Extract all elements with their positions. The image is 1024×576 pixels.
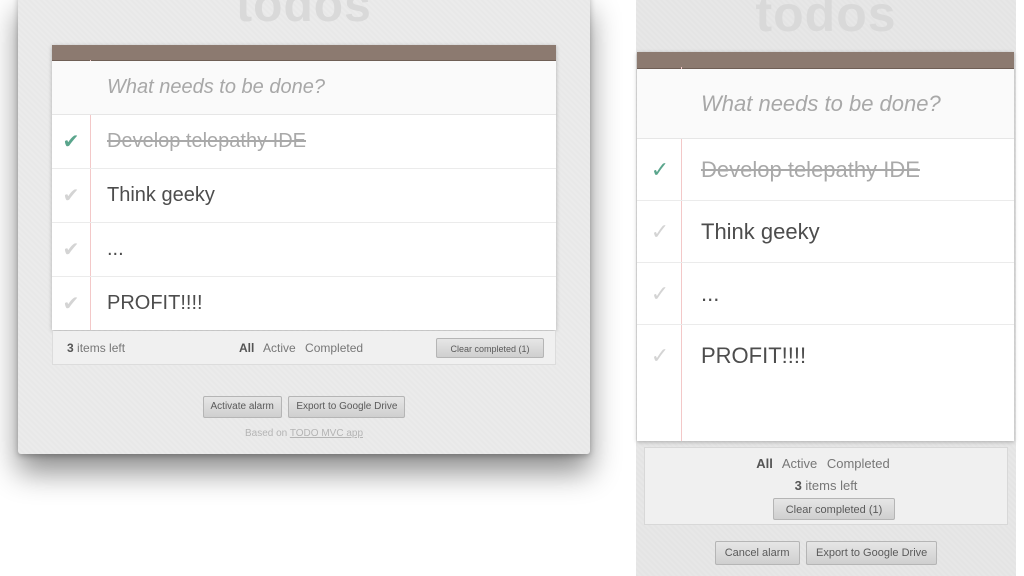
todo-label[interactable]: Think geeky <box>107 184 215 207</box>
cancel-alarm-button[interactable]: Cancel alarm <box>714 541 800 565</box>
filter-completed[interactable]: Completed <box>827 456 890 471</box>
check-icon[interactable]: ✓ <box>645 219 675 245</box>
items-left-text: items left <box>801 478 858 493</box>
new-todo-input[interactable] <box>107 76 556 99</box>
credit-prefix: Based on <box>244 428 290 439</box>
clear-completed-button[interactable]: Clear completed (1) <box>436 338 544 358</box>
todo-label[interactable]: PROFIT!!!! <box>701 343 806 369</box>
todo-label[interactable]: Develop telepathy IDE <box>107 130 306 153</box>
items-left-text: items left <box>73 341 126 355</box>
mobile-app-screen: todos ✓ Develop telepathy IDE ✓ Think ge… <box>636 0 1016 576</box>
app-title: todos <box>755 0 897 42</box>
new-todo-input[interactable] <box>701 90 1014 117</box>
check-icon[interactable]: ✔ <box>58 183 84 208</box>
filter-active[interactable]: Active <box>782 456 817 471</box>
app-title: todos <box>236 0 372 32</box>
todo-item: ✔ ... <box>52 223 556 277</box>
items-left-count: 3 items left <box>67 341 125 355</box>
check-icon[interactable]: ✓ <box>645 157 675 183</box>
todo-card: ✓ Develop telepathy IDE ✓ Think geeky ✓ … <box>637 52 1014 441</box>
card-header-bar <box>637 52 1014 69</box>
card-header-bar <box>52 45 556 61</box>
todo-item: ✔ Think geeky <box>52 169 556 223</box>
filter-all[interactable]: All <box>756 456 773 471</box>
export-google-drive-button[interactable]: Export to Google Drive <box>288 396 406 418</box>
new-todo-row <box>52 61 556 115</box>
todo-label[interactable]: ... <box>107 238 124 261</box>
clear-completed-button[interactable]: Clear completed (1) <box>773 498 895 520</box>
check-icon[interactable]: ✔ <box>58 129 84 154</box>
todo-label[interactable]: ... <box>701 281 719 307</box>
todo-item: ✔ PROFIT!!!! <box>52 277 556 330</box>
export-google-drive-button[interactable]: Export to Google Drive <box>805 541 938 565</box>
todo-label[interactable]: Think geeky <box>701 219 820 245</box>
action-buttons: Activate alarm Export to Google Drive <box>18 396 590 418</box>
todo-mvc-link[interactable]: TODO MVC app <box>290 428 363 439</box>
items-left-number: 3 <box>794 478 802 493</box>
todo-item: ✓ PROFIT!!!! <box>637 325 1014 387</box>
todo-item: ✓ Develop telepathy IDE <box>637 139 1014 201</box>
items-left-number: 3 <box>67 341 74 355</box>
todo-item: ✓ Think geeky <box>637 201 1014 263</box>
check-icon[interactable]: ✔ <box>58 291 84 316</box>
check-icon[interactable]: ✓ <box>645 281 675 307</box>
filter-links: All Active Completed <box>645 456 1007 471</box>
filter-all[interactable]: All <box>239 341 254 355</box>
todo-card: ✔ Develop telepathy IDE ✔ Think geeky ✔ … <box>52 45 556 330</box>
items-left-count: 3 items left <box>645 478 1007 493</box>
todo-footer: 3 items left All Active Completed Clear … <box>52 331 556 365</box>
action-buttons: Cancel alarm Export to Google Drive <box>636 541 1016 565</box>
activate-alarm-button[interactable]: Activate alarm <box>202 396 282 418</box>
todo-list: ✓ Develop telepathy IDE ✓ Think geeky ✓ … <box>637 139 1014 387</box>
todo-label[interactable]: Develop telepathy IDE <box>701 157 920 183</box>
check-icon[interactable]: ✔ <box>58 237 84 262</box>
desktop-app-window: todos ✔ Develop telepathy IDE ✔ Think ge… <box>18 0 590 454</box>
todo-list: ✔ Develop telepathy IDE ✔ Think geeky ✔ … <box>52 115 556 330</box>
new-todo-row <box>637 69 1014 139</box>
credit-line: Based on TODO MVC app <box>18 428 590 439</box>
todo-item: ✓ ... <box>637 263 1014 325</box>
todo-footer: All Active Completed 3 items left Clear … <box>644 447 1008 525</box>
filter-links: All Active Completed <box>239 341 369 355</box>
check-icon[interactable]: ✓ <box>645 343 675 369</box>
filter-completed[interactable]: Completed <box>305 341 363 355</box>
filter-active[interactable]: Active <box>263 341 296 355</box>
todo-item: ✔ Develop telepathy IDE <box>52 115 556 169</box>
todo-label[interactable]: PROFIT!!!! <box>107 292 203 315</box>
